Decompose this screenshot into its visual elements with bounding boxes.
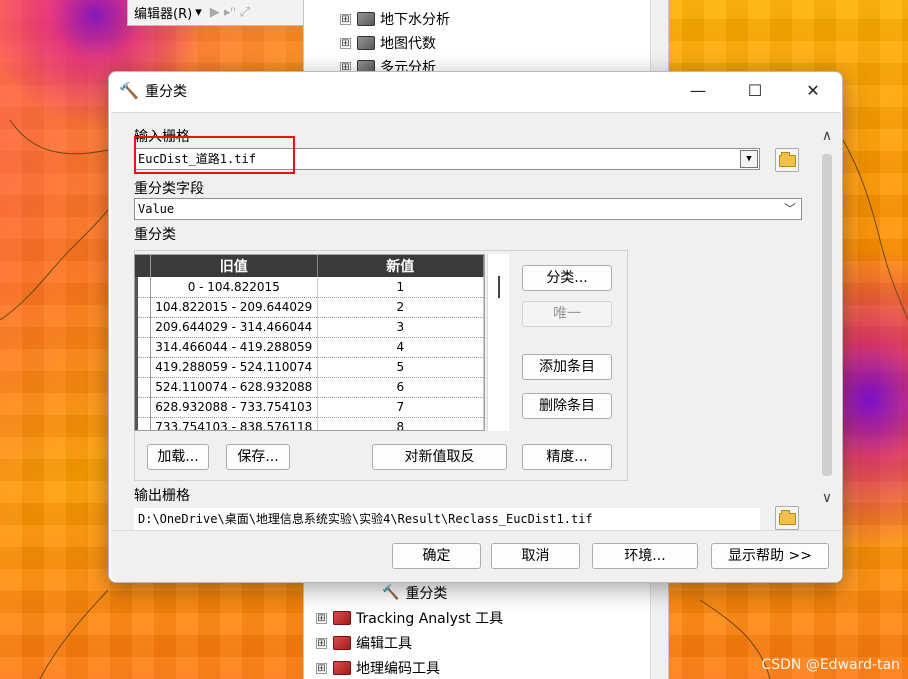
dialog-title: 重分类: [145, 84, 187, 100]
table-row[interactable]: 419.288059 - 524.110074 5: [135, 357, 484, 378]
annotation-highlight-box: [134, 136, 295, 174]
folder-icon: [779, 510, 796, 525]
new-value-cell[interactable]: 2: [317, 297, 484, 318]
unique-button[interactable]: 唯一: [522, 301, 612, 327]
table-row[interactable]: 0 - 104.822015 1: [135, 277, 484, 298]
reclass-table: 旧值 新值 0 - 104.822015 1 104.822015 - 209.6…: [134, 254, 485, 431]
toolbox-item[interactable]: ⊞ Tracking Analyst 工具: [316, 607, 503, 629]
old-value-cell[interactable]: 0 - 104.822015: [150, 277, 318, 298]
toolbar-icons[interactable]: ▶ ▸ⁿ ⤢: [210, 5, 250, 20]
expand-icon[interactable]: ⊞: [316, 662, 327, 674]
toolbox-icon: [333, 636, 351, 650]
toolset-icon: [357, 12, 375, 26]
expand-icon[interactable]: ⊞: [316, 612, 327, 624]
table-scrollbar[interactable]: [487, 254, 509, 431]
table-row[interactable]: 628.932088 - 733.754103 7: [135, 397, 484, 418]
close-button[interactable]: ✕: [790, 72, 836, 110]
reclass-field-value: Value: [138, 202, 175, 216]
old-value-cell[interactable]: 104.822015 - 209.644029: [150, 297, 318, 318]
table-row[interactable]: 733.754103 - 838.576118 8: [135, 417, 484, 430]
reclass-field-label: 重分类字段: [134, 181, 204, 197]
new-value-cell[interactable]: 5: [317, 357, 484, 378]
scroll-down-icon[interactable]: ∨: [818, 490, 836, 506]
toolbox-item[interactable]: ⊞ 编辑工具: [316, 632, 412, 654]
output-raster-label: 输出栅格: [134, 488, 190, 504]
table-row[interactable]: 104.822015 - 209.644029 2: [135, 297, 484, 318]
editor-toolbar: 编辑器(R) ▾ ▶ ▸ⁿ ⤢: [127, 0, 305, 26]
browse-input-button[interactable]: [775, 148, 799, 172]
show-help-button[interactable]: 显示帮助 >>: [711, 543, 829, 569]
new-value-cell[interactable]: 7: [317, 397, 484, 418]
classify-button[interactable]: 分类...: [522, 265, 612, 291]
old-value-cell[interactable]: 209.644029 - 314.466044: [150, 317, 318, 338]
toolbox-label: Tracking Analyst 工具: [356, 611, 504, 627]
toolbox-icon: [333, 661, 351, 675]
scroll-thumb[interactable]: [822, 154, 832, 476]
column-header-new[interactable]: 新值: [317, 255, 484, 277]
toolbox-icon: [333, 611, 351, 625]
table-row[interactable]: 314.466044 - 419.288059 4: [135, 337, 484, 358]
expand-icon[interactable]: ⊞: [340, 37, 351, 49]
expand-icon[interactable]: ⊞: [340, 13, 351, 25]
ok-button[interactable]: 确定: [392, 543, 481, 569]
folder-icon: [779, 152, 796, 167]
watermark-text: CSDN @Edward-tan: [761, 657, 900, 673]
toolset-icon: [357, 36, 375, 50]
new-value-cell[interactable]: 3: [317, 317, 484, 338]
table-row[interactable]: 209.644029 - 314.466044 3: [135, 317, 484, 338]
output-raster-value: D:\OneDrive\桌面\地理信息系统实验\实验4\Result\Recla…: [138, 512, 593, 526]
browse-output-button[interactable]: [775, 506, 799, 530]
old-value-cell[interactable]: 733.754103 - 838.576118: [150, 417, 318, 430]
column-header-old[interactable]: 旧值: [150, 255, 318, 277]
toolbox-item[interactable]: ⊞ 地理编码工具: [316, 657, 440, 679]
old-value-cell[interactable]: 419.288059 - 524.110074: [150, 357, 318, 378]
add-entry-button[interactable]: 添加条目: [522, 354, 612, 380]
expand-icon[interactable]: ⊞: [316, 637, 327, 649]
table-header-row: 旧值 新值: [135, 255, 484, 277]
chevron-down-icon[interactable]: ﹀: [784, 199, 796, 219]
old-value-cell[interactable]: 524.110074 - 628.932088: [150, 377, 318, 398]
toolbox-label: 编辑工具: [356, 636, 412, 652]
maximize-button[interactable]: ☐: [732, 72, 778, 110]
output-raster-input[interactable]: D:\OneDrive\桌面\地理信息系统实验\实验4\Result\Recla…: [134, 508, 760, 530]
dropdown-arrow-icon[interactable]: ▼: [740, 150, 758, 168]
scroll-up-icon[interactable]: ∧: [818, 128, 836, 144]
reclassification-label: 重分类: [134, 227, 176, 243]
environments-button[interactable]: 环境...: [592, 543, 698, 569]
new-value-cell[interactable]: 6: [317, 377, 484, 398]
toolbox-item[interactable]: ⊞ 地下水分析: [340, 8, 450, 30]
dialog-titlebar[interactable]: 🔨 重分类 — ☐ ✕: [109, 72, 842, 110]
new-value-cell[interactable]: 8: [317, 417, 484, 430]
load-button[interactable]: 加载...: [147, 444, 209, 470]
reverse-new-values-button[interactable]: 对新值取反: [372, 444, 507, 470]
toolbox-item[interactable]: ⊞ 地图代数: [340, 32, 436, 54]
dialog-scrollbar[interactable]: ∧ ∨: [818, 128, 836, 510]
minimize-button[interactable]: —: [675, 72, 721, 110]
save-button[interactable]: 保存...: [226, 444, 290, 470]
toolset-label: 地下水分析: [380, 12, 450, 28]
reclass-field-select[interactable]: Value ﹀: [134, 198, 802, 220]
new-value-cell[interactable]: 4: [317, 337, 484, 358]
precision-button[interactable]: 精度...: [522, 444, 612, 470]
toolbox-label: 地理编码工具: [356, 661, 440, 677]
old-value-cell[interactable]: 628.932088 - 733.754103: [150, 397, 318, 418]
chevron-down-icon[interactable]: ▾: [195, 5, 202, 20]
editor-menu[interactable]: 编辑器(R): [134, 3, 192, 22]
old-value-cell[interactable]: 314.466044 - 419.288059: [150, 337, 318, 358]
cancel-button[interactable]: 取消: [491, 543, 580, 569]
delete-entry-button[interactable]: 删除条目: [522, 393, 612, 419]
toolset-label: 地图代数: [380, 36, 436, 52]
toolbox-tool-reclassify[interactable]: 🔨 重分类: [382, 582, 447, 604]
table-row[interactable]: 524.110074 - 628.932088 6: [135, 377, 484, 398]
tool-label: 重分类: [405, 586, 448, 602]
new-value-cell[interactable]: 1: [317, 277, 484, 298]
scroll-thumb[interactable]: [498, 276, 500, 298]
hammer-icon: 🔨: [119, 81, 139, 100]
hammer-icon: 🔨: [382, 585, 400, 601]
